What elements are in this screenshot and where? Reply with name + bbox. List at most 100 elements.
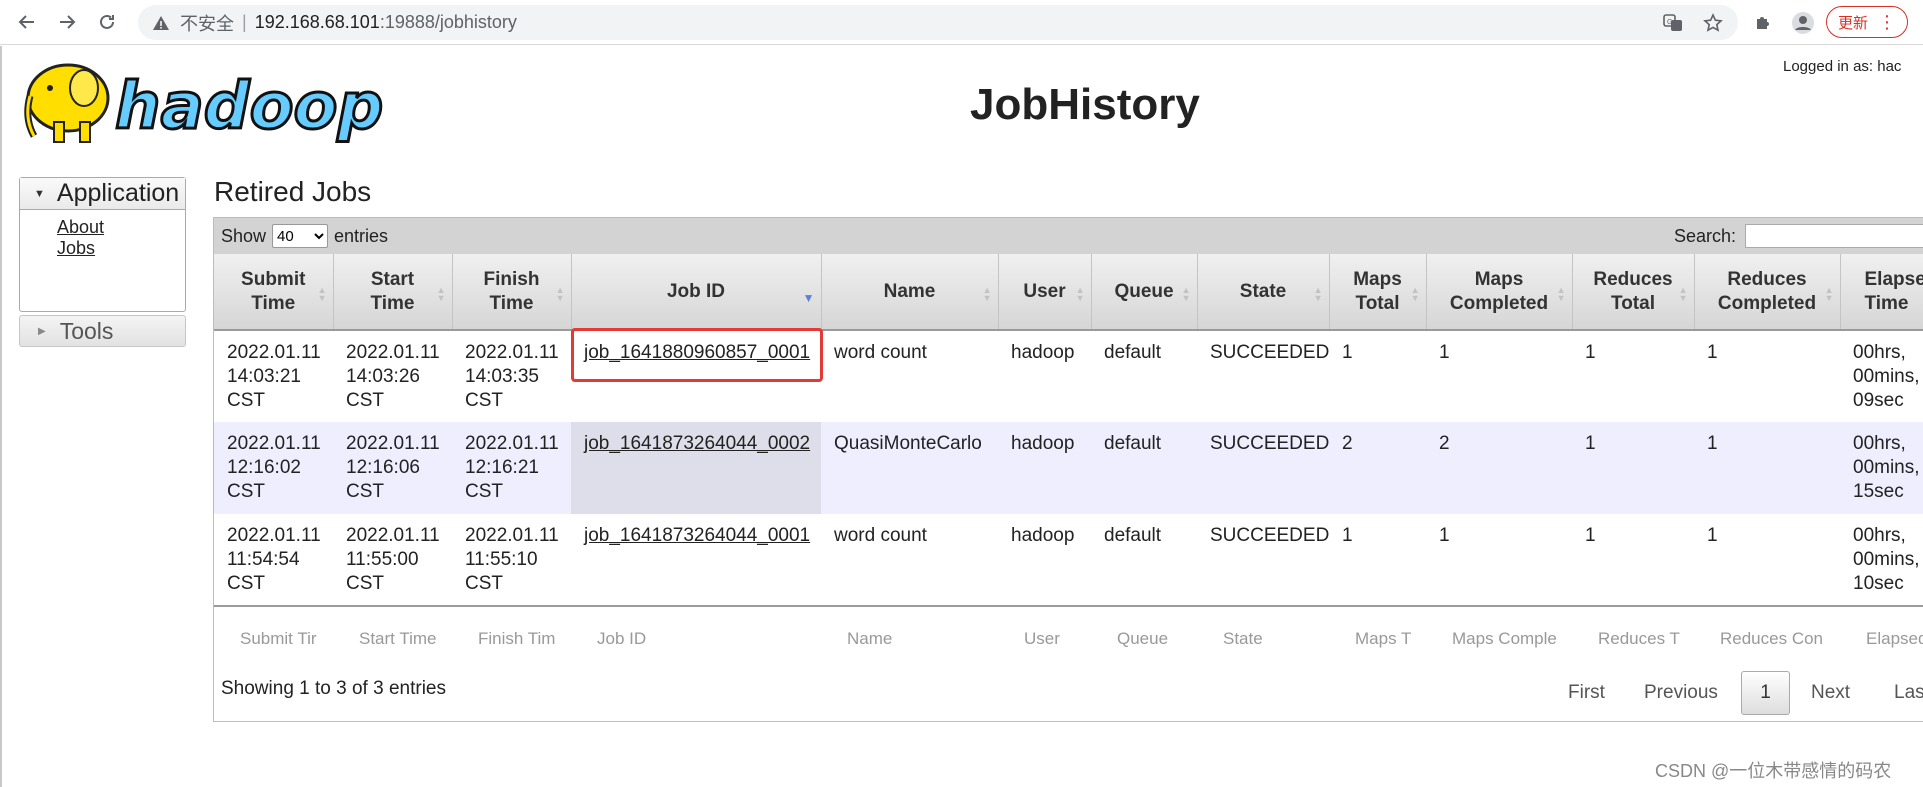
- sidebar-application-panel: ▼ Application About Jobs: [19, 177, 186, 312]
- cell-queue: default: [1091, 330, 1197, 422]
- url-host: 192.168.68.101: [254, 12, 380, 32]
- profile-avatar-icon[interactable]: [1790, 10, 1816, 36]
- sort-desc-icon: ▼: [802, 291, 815, 305]
- sort-icon: ▲ ▼: [982, 285, 992, 303]
- table-toolbar: Show 40 entries Search:: [214, 218, 1923, 254]
- cell-reduces-total: 1: [1572, 422, 1694, 514]
- sidebar-tools-header[interactable]: ▶ Tools: [19, 315, 186, 347]
- cell-reduces-completed: 1: [1694, 514, 1840, 606]
- sort-icon: ▲ ▼: [1556, 285, 1566, 303]
- column-header-maps-completed[interactable]: Maps Completed ▲ ▼: [1426, 254, 1573, 331]
- sort-icon: ▲ ▼: [1181, 285, 1191, 303]
- cell-queue: default: [1091, 422, 1197, 514]
- cell-job-id: job_1641873264044_0001: [571, 514, 821, 606]
- cell-maps-total: 1: [1329, 514, 1426, 606]
- column-header-finish-time[interactable]: Finish Time ▲ ▼: [452, 254, 572, 331]
- table-header-row: Submit Time ▲ ▼ Start Time ▲ ▼ Finish Time ▲ ▼…: [214, 254, 1923, 331]
- search-input[interactable]: [1745, 224, 1923, 248]
- pager-previous[interactable]: Previous: [1644, 671, 1718, 715]
- cell-user: hadoop: [998, 330, 1091, 422]
- jobs-table: Submit Time ▲ ▼ Start Time ▲ ▼ Finish Time ▲ ▼…: [214, 254, 1923, 670]
- cell-maps-completed: 1: [1426, 514, 1572, 606]
- sidebar-application-header[interactable]: ▼ Application: [20, 178, 185, 210]
- cell-elapsed-time: 00hrs, 00mins, 10sec: [1840, 514, 1923, 606]
- column-header-reduces-completed[interactable]: Reduces Completed ▲ ▼: [1694, 254, 1841, 331]
- url-path: :19888/jobhistory: [379, 12, 517, 32]
- warning-triangle-icon: [153, 15, 169, 30]
- update-button[interactable]: 更新 ⋮: [1826, 6, 1908, 38]
- hadoop-logo[interactable]: hadoop: [20, 58, 395, 148]
- column-header-elapsed-time[interactable]: Elapsed Time: [1840, 254, 1923, 331]
- sort-icon: ▲ ▼: [555, 285, 565, 303]
- column-header-submit-time[interactable]: Submit Time ▲ ▼: [214, 254, 334, 331]
- bookmark-star-icon[interactable]: [1700, 10, 1726, 36]
- cell-reduces-total: 1: [1572, 514, 1694, 606]
- cell-elapsed-time: 00hrs, 00mins, 15sec: [1840, 422, 1923, 514]
- caret-down-icon: ▼: [34, 187, 45, 200]
- sidebar-link-jobs[interactable]: Jobs: [57, 238, 185, 259]
- showing-entries-text: Showing 1 to 3 of 3 entries: [221, 678, 446, 699]
- page-size-select[interactable]: 40: [272, 224, 329, 248]
- back-arrow-icon[interactable]: [12, 8, 42, 36]
- more-menu-icon: ⋮: [1878, 12, 1896, 32]
- pager-next[interactable]: Next: [1811, 671, 1850, 715]
- job-id-link[interactable]: job_1641880960857_0001: [584, 342, 810, 363]
- cell-state: SUCCEEDED: [1197, 514, 1329, 606]
- svg-text:G: G: [1667, 19, 1672, 26]
- forward-arrow-icon[interactable]: [52, 8, 82, 36]
- cell-job-id: job_1641873264044_0002: [571, 422, 821, 514]
- address-bar[interactable]: 不安全 | 192.168.68.101:19888/jobhistory: [138, 5, 1738, 40]
- cell-maps-total: 2: [1329, 422, 1426, 514]
- column-header-queue[interactable]: Queue ▲ ▼: [1091, 254, 1198, 331]
- sidebar-link-about[interactable]: About: [57, 217, 185, 238]
- cell-finish-time: 2022.01.11 14:03:35 CST: [452, 330, 571, 422]
- cell-submit-time: 2022.01.11 14:03:21 CST: [214, 330, 333, 422]
- pager-first[interactable]: First: [1568, 671, 1605, 715]
- cell-maps-completed: 1: [1426, 330, 1572, 422]
- column-header-user[interactable]: User ▲ ▼: [998, 254, 1092, 331]
- show-label: Show: [221, 225, 267, 246]
- cell-reduces-completed: 1: [1694, 330, 1840, 422]
- logged-in-text: Logged in as: hac: [1783, 58, 1902, 75]
- cell-maps-completed: 2: [1426, 422, 1572, 514]
- column-header-maps-total[interactable]: Maps Total ▲ ▼: [1329, 254, 1427, 331]
- pager-current-page[interactable]: 1: [1741, 671, 1790, 715]
- reload-icon[interactable]: [92, 8, 122, 36]
- table-row: 2022.01.11 12:16:02 CST 2022.01.11 12:16:06…: [214, 422, 1923, 514]
- cell-elapsed-time: 00hrs, 00mins, 09sec: [1840, 330, 1923, 422]
- translate-icon[interactable]: G: [1660, 10, 1686, 36]
- table-row: 2022.01.11 14:03:21 CST 2022.01.11 14:03:26…: [214, 330, 1923, 422]
- cell-finish-time: 2022.01.11 12:16:21 CST: [452, 422, 571, 514]
- column-header-name[interactable]: Name ▲ ▼: [821, 254, 999, 331]
- update-label: 更新: [1837, 14, 1868, 32]
- cell-finish-time: 2022.01.11 11:55:10 CST: [452, 514, 571, 606]
- sort-icon: ▲ ▼: [1410, 285, 1420, 303]
- search-label: Search:: [1674, 226, 1737, 246]
- column-header-reduces-total[interactable]: Reduces Total ▲ ▼: [1572, 254, 1695, 331]
- watermark-text: CSDN @一位木带感情的码农: [1655, 761, 1892, 781]
- column-header-start-time[interactable]: Start Time ▲ ▼: [333, 254, 453, 331]
- svg-text:hadoop: hadoop: [115, 70, 383, 144]
- cell-start-time: 2022.01.11 12:16:06 CST: [333, 422, 452, 514]
- cell-maps-total: 1: [1329, 330, 1426, 422]
- cell-user: hadoop: [998, 422, 1091, 514]
- entries-label: entries: [334, 225, 389, 246]
- cell-submit-time: 2022.01.11 11:54:54 CST: [214, 514, 333, 606]
- caret-right-icon: ▶: [38, 325, 46, 337]
- cell-submit-time: 2022.01.11 12:16:02 CST: [214, 422, 333, 514]
- column-header-state[interactable]: State ▲ ▼: [1197, 254, 1330, 331]
- cell-start-time: 2022.01.11 14:03:26 CST: [333, 330, 452, 422]
- sort-icon: ▲ ▼: [1313, 285, 1323, 303]
- cell-state: SUCCEEDED: [1197, 422, 1329, 514]
- job-id-link[interactable]: job_1641873264044_0001: [584, 525, 810, 546]
- extensions-puzzle-icon[interactable]: [1750, 10, 1776, 36]
- sidebar-tools-label: Tools: [59, 317, 114, 344]
- pager-last[interactable]: Las: [1894, 671, 1923, 715]
- sort-icon: ▲ ▼: [1075, 285, 1085, 303]
- table-footer: Showing 1 to 3 of 3 entries First Previo…: [214, 653, 1923, 721]
- jobs-table-panel: Show 40 entries Search: Submit Time ▲ ▼ St…: [213, 217, 1923, 722]
- sort-icon: ▲ ▼: [1824, 285, 1834, 303]
- job-id-link[interactable]: job_1641873264044_0002: [584, 433, 810, 454]
- column-header-job-id[interactable]: Job ID ▼: [571, 254, 822, 331]
- cell-job-id: job_1641880960857_0001: [571, 330, 821, 422]
